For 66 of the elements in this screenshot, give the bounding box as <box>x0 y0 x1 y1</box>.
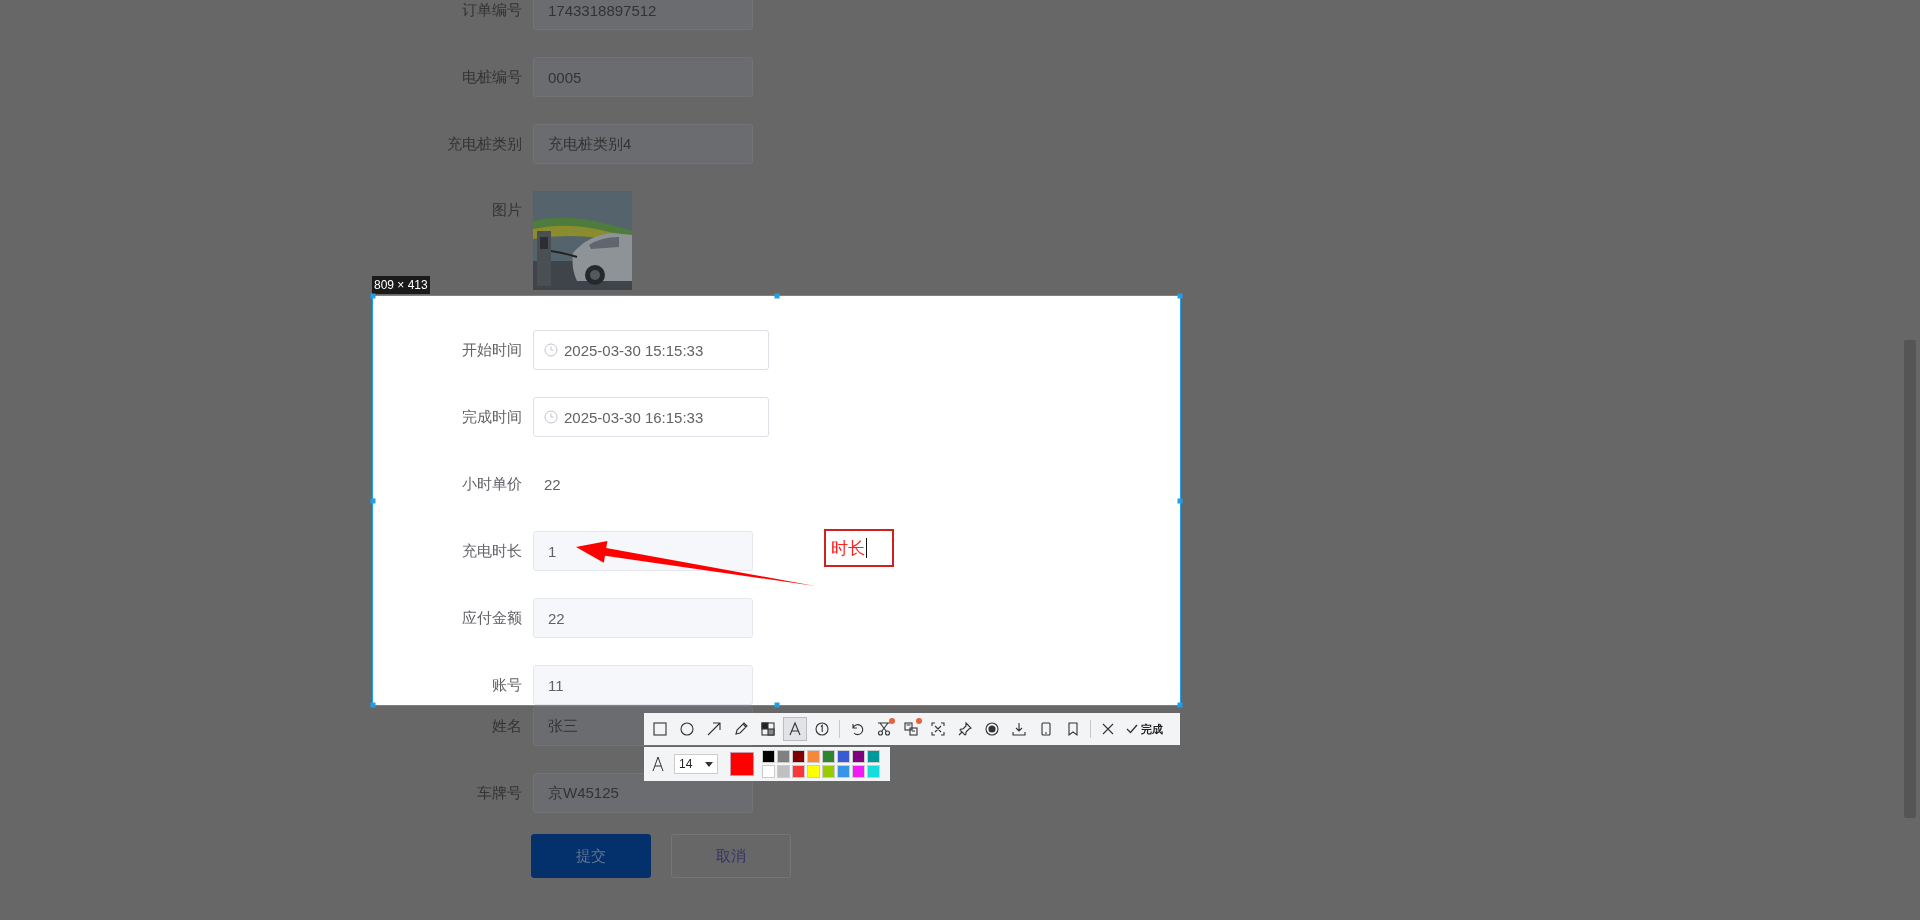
pencil-icon <box>733 721 749 737</box>
input-field[interactable]: 11 <box>533 665 753 705</box>
resize-handle[interactable] <box>370 702 376 708</box>
color-swatch[interactable] <box>837 750 850 763</box>
tool-button[interactable] <box>783 717 807 741</box>
font-size-value: 14 <box>679 757 693 771</box>
size-label: 809 × 413 <box>372 276 430 294</box>
download-icon <box>1011 721 1027 737</box>
record-icon <box>984 721 1000 737</box>
resize-handle[interactable] <box>1177 498 1183 503</box>
resize-handle[interactable] <box>774 702 779 708</box>
color-swatch[interactable] <box>777 750 790 763</box>
field-label: 完成时间 <box>461 407 523 427</box>
color-swatch[interactable] <box>777 765 790 778</box>
close-icon <box>1100 721 1116 737</box>
field-label: 账号 <box>491 675 523 695</box>
arrow-icon <box>706 721 722 737</box>
date-time-field[interactable]: 2025-03-30 16:15:33 <box>533 397 769 437</box>
color-swatch[interactable] <box>852 765 865 778</box>
color-swatch[interactable] <box>837 765 850 778</box>
current-color-swatch[interactable] <box>730 752 754 776</box>
font-icon <box>650 755 666 773</box>
scissors-icon <box>876 721 892 737</box>
color-swatch[interactable] <box>822 765 835 778</box>
resize-handle[interactable] <box>774 293 779 299</box>
field-label: 小时单价 <box>461 474 523 494</box>
numbered-circle-icon <box>814 721 830 737</box>
color-swatch[interactable] <box>822 750 835 763</box>
mosaic-icon <box>760 721 776 737</box>
color-swatch[interactable] <box>807 750 820 763</box>
date-time-value: 2025-03-30 16:15:33 <box>564 408 704 426</box>
date-time-value: 2025-03-30 15:15:33 <box>564 341 704 359</box>
done-button[interactable]: 完成 <box>1123 721 1165 737</box>
phone-icon <box>1038 721 1054 737</box>
font-size-dropdown[interactable]: 14 <box>674 754 718 774</box>
color-swatch[interactable] <box>792 750 805 763</box>
date-time-field[interactable]: 2025-03-30 15:15:33 <box>533 330 769 370</box>
resize-handle[interactable] <box>370 293 376 299</box>
translate-icon <box>903 721 919 737</box>
text-annotation[interactable]: 时长 <box>824 529 894 567</box>
scan-icon <box>930 721 946 737</box>
text-icon <box>787 721 803 737</box>
pin-icon <box>957 721 973 737</box>
color-swatch[interactable] <box>792 765 805 778</box>
rectangle-icon <box>652 721 668 737</box>
field-label: 应付金额 <box>461 608 523 628</box>
color-swatch[interactable] <box>762 750 775 763</box>
input-field[interactable]: 22 <box>533 598 753 638</box>
dropdown-arrow-icon <box>705 761 713 767</box>
color-swatch[interactable] <box>867 765 880 778</box>
field-label: 开始时间 <box>461 340 523 360</box>
clock-icon <box>544 343 558 357</box>
undo-icon <box>849 721 865 737</box>
resize-handle[interactable] <box>1177 293 1183 299</box>
circle-icon <box>679 721 695 737</box>
clock-icon <box>544 410 558 424</box>
resize-handle[interactable] <box>1177 702 1183 708</box>
field-label: 充电时长 <box>461 541 523 561</box>
check-icon <box>1125 722 1139 736</box>
color-swatch[interactable] <box>807 765 820 778</box>
color-swatch[interactable] <box>852 750 865 763</box>
field-value: 22 <box>543 475 561 493</box>
color-swatch[interactable] <box>867 750 880 763</box>
bookmark-icon <box>1065 721 1081 737</box>
resize-handle[interactable] <box>370 498 376 503</box>
color-swatch[interactable] <box>762 765 775 778</box>
